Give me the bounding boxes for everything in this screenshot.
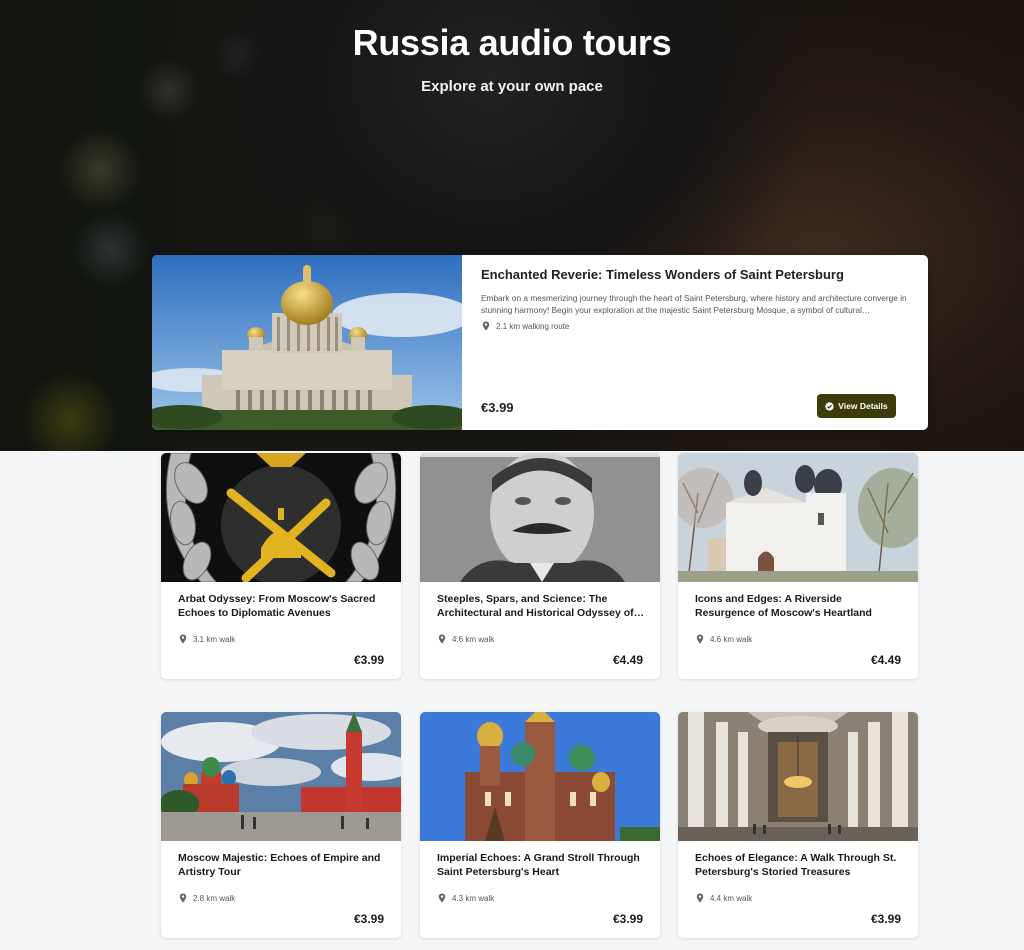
- saint-isaacs-cathedral-image: [152, 255, 462, 430]
- tour-price: €3.99: [612, 912, 643, 926]
- tour-title[interactable]: Imperial Echoes: A Grand Stroll Through …: [437, 851, 645, 879]
- tour-distance: 4.3 km walk: [437, 893, 494, 903]
- location-pin-icon: [437, 634, 447, 644]
- tour-card[interactable]: Steeples, Spars, and Science: The Archit…: [420, 453, 660, 679]
- tour-price: €3.99: [870, 912, 901, 926]
- tour-title[interactable]: Icons and Edges: A Riverside Resurgence …: [695, 592, 903, 620]
- tour-card[interactable]: Imperial Echoes: A Grand Stroll Through …: [420, 712, 660, 938]
- featured-tour-price: €3.99: [481, 400, 514, 415]
- view-details-label: View Details: [838, 401, 888, 411]
- featured-distance-text: 2.1 km walking route: [496, 321, 570, 331]
- location-pin-icon: [178, 893, 188, 903]
- tour-card[interactable]: Arbat Odyssey: From Moscow's Sacred Echo…: [161, 453, 401, 679]
- featured-tour-description: Embark on a mesmerizing journey through …: [481, 293, 907, 315]
- tour-price: €4.49: [612, 653, 643, 667]
- page-title: Russia audio tours: [352, 22, 672, 63]
- location-pin-icon: [437, 893, 447, 903]
- tour-card[interactable]: Echoes of Elegance: A Walk Through St. P…: [678, 712, 918, 938]
- tour-price: €4.49: [870, 653, 901, 667]
- tour-card[interactable]: Icons and Edges: A Riverside Resurgence …: [678, 453, 918, 679]
- location-pin-icon: [178, 634, 188, 644]
- tour-distance: 4.6 km walk: [695, 634, 752, 644]
- tour-price: €3.99: [353, 912, 384, 926]
- featured-tour-distance: 2.1 km walking route: [481, 321, 569, 331]
- tour-distance-text: 4.3 km walk: [452, 893, 495, 903]
- red-square-image: [161, 712, 401, 841]
- check-circle-icon: [825, 401, 834, 411]
- tour-distance: 4.6 km walk: [437, 634, 494, 644]
- historical-portrait-image: [420, 453, 660, 582]
- location-pin-icon: [695, 634, 705, 644]
- tour-card[interactable]: Moscow Majestic: Echoes of Empire and Ar…: [161, 712, 401, 938]
- tour-distance-text: 4.6 km walk: [452, 634, 495, 644]
- tour-distance: 4.4 km walk: [695, 893, 752, 903]
- page-subtitle: Explore at your own pace: [421, 78, 603, 95]
- view-details-button[interactable]: View Details: [817, 394, 896, 418]
- location-pin-icon: [481, 321, 491, 331]
- location-pin-icon: [695, 893, 705, 903]
- tour-distance: 2.8 km walk: [178, 893, 235, 903]
- tour-distance: 3.1 km walk: [178, 634, 235, 644]
- tour-title[interactable]: Arbat Odyssey: From Moscow's Sacred Echo…: [178, 592, 386, 620]
- featured-tour-title[interactable]: Enchanted Reverie: Timeless Wonders of S…: [481, 267, 901, 282]
- orthodox-church-image: [678, 453, 918, 582]
- tour-distance-text: 4.6 km walk: [710, 634, 753, 644]
- tour-title[interactable]: Echoes of Elegance: A Walk Through St. P…: [695, 851, 903, 879]
- tour-distance-text: 2.8 km walk: [193, 893, 236, 903]
- tour-distance-text: 4.4 km walk: [710, 893, 753, 903]
- church-of-savior-on-blood-image: [420, 712, 660, 841]
- military-emblem-image: [161, 453, 401, 582]
- cathedral-interior-image: [678, 712, 918, 841]
- tour-title[interactable]: Steeples, Spars, and Science: The Archit…: [437, 592, 645, 620]
- tour-price: €3.99: [353, 653, 384, 667]
- featured-tour-card[interactable]: Enchanted Reverie: Timeless Wonders of S…: [152, 255, 928, 430]
- tour-distance-text: 3.1 km walk: [193, 634, 236, 644]
- featured-tour-info: Enchanted Reverie: Timeless Wonders of S…: [481, 267, 907, 316]
- tour-title[interactable]: Moscow Majestic: Echoes of Empire and Ar…: [178, 851, 386, 879]
